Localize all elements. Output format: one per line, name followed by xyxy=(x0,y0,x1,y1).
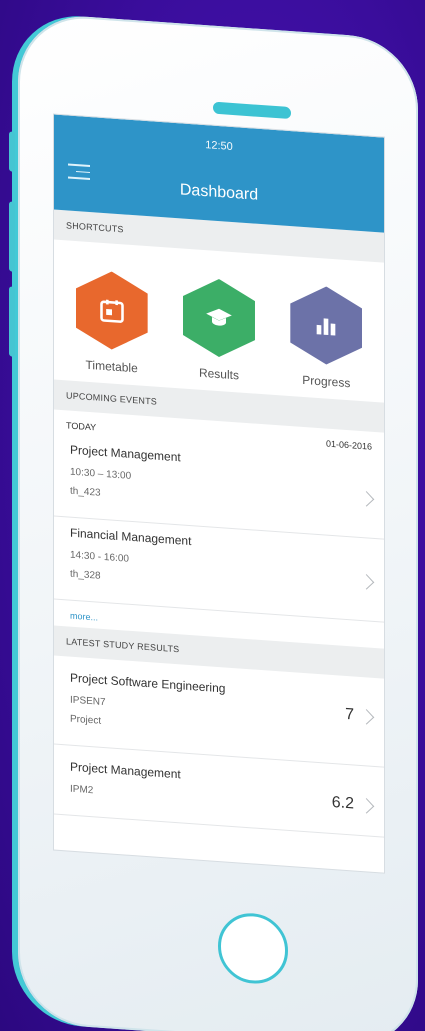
volume-up-button[interactable] xyxy=(9,201,15,272)
volume-down-button[interactable] xyxy=(9,286,15,357)
shortcuts-row: Timetable Results Progress xyxy=(54,240,384,403)
shortcut-progress[interactable]: Progress xyxy=(276,283,376,392)
stage: 12:50 Dashboard SHORTCUTS Timetable Resu… xyxy=(0,0,425,1031)
result-grade: 6.2 xyxy=(331,793,354,813)
app-screen: 12:50 Dashboard SHORTCUTS Timetable Resu… xyxy=(54,114,384,873)
result-grade: 7 xyxy=(345,705,354,724)
earpiece-speaker xyxy=(213,101,291,120)
graduation-cap-icon xyxy=(183,277,255,360)
mute-switch[interactable] xyxy=(9,131,15,172)
shortcut-results[interactable]: Results xyxy=(169,276,269,385)
shortcut-timetable[interactable]: Timetable xyxy=(62,268,162,377)
bar-chart-icon xyxy=(290,284,362,367)
event-day-label: TODAY xyxy=(66,420,97,433)
page-title: Dashboard xyxy=(179,181,259,204)
shortcut-label: Timetable xyxy=(85,357,138,376)
home-button[interactable] xyxy=(218,910,288,986)
shortcut-label: Results xyxy=(198,365,239,383)
phone-frame: 12:50 Dashboard SHORTCUTS Timetable Resu… xyxy=(9,12,418,1031)
event-date: 01-06-2016 xyxy=(325,438,372,452)
events-list: TODAY 01-06-2016 Project Management 10:3… xyxy=(54,410,384,649)
status-time: 12:50 xyxy=(205,139,233,154)
calendar-icon xyxy=(76,269,148,352)
shortcut-label: Progress xyxy=(302,372,351,391)
